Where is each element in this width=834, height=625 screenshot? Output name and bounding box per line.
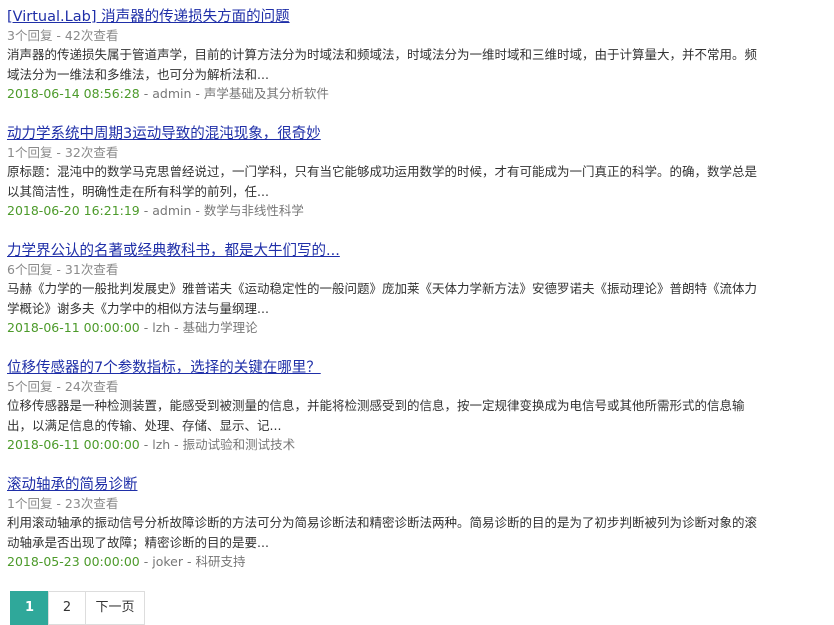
search-results-list: [Virtual.Lab] 消声器的传递损失方面的问题 3个回复 - 42次查看…: [7, 6, 777, 591]
result-title-link[interactable]: 滚动轴承的简易诊断: [7, 476, 138, 494]
result-category: 声学基础及其分析软件: [203, 86, 329, 101]
separator: -: [139, 320, 153, 335]
list-item: [Virtual.Lab] 消声器的传递损失方面的问题 3个回复 - 42次查看…: [7, 6, 777, 123]
result-snippet: 马赫《力学的一般批判发展史》雅普诺夫《运动稳定性的一般问题》庞加莱《天体力学新方…: [7, 281, 758, 316]
result-stats: 3个回复 - 42次查看: [7, 28, 119, 43]
separator: -: [139, 554, 153, 569]
list-item: 位移传感器的7个参数指标，选择的关键在哪里？ 5个回复 - 24次查看 位移传感…: [7, 357, 777, 474]
result-date: 2018-06-11 00:00:00: [7, 320, 140, 335]
result-info: 2018-05-23 00:00:00 - joker - 科研支持: [7, 553, 777, 570]
result-title-link[interactable]: 动力学系统中周期3运动导致的混沌现象，很奇妙: [7, 125, 321, 143]
result-author: admin: [152, 203, 192, 218]
result-date: 2018-05-23 00:00:00: [7, 554, 140, 569]
list-item: 力学界公认的名著或经典教科书，都是大牛们写的... 6个回复 - 31次查看 马…: [7, 240, 777, 357]
result-info: 2018-06-11 00:00:00 - lzh - 基础力学理论: [7, 319, 777, 336]
separator: -: [182, 554, 196, 569]
separator: -: [139, 437, 153, 452]
result-author: lzh: [152, 437, 171, 452]
list-item: 滚动轴承的简易诊断 1个回复 - 23次查看 利用滚动轴承的振动信号分析故障诊断…: [7, 474, 777, 591]
result-stats: 1个回复 - 32次查看: [7, 145, 119, 160]
result-stats: 1个回复 - 23次查看: [7, 496, 119, 511]
page-2-button[interactable]: 2: [48, 591, 86, 625]
result-author: joker: [152, 554, 183, 569]
list-item: 动力学系统中周期3运动导致的混沌现象，很奇妙 1个回复 - 32次查看 原标题：…: [7, 123, 777, 240]
result-snippet: 利用滚动轴承的振动信号分析故障诊断的方法可分为简易诊断法和精密诊断法两种。简易诊…: [7, 515, 758, 550]
result-stats: 6个回复 - 31次查看: [7, 262, 119, 277]
separator: -: [170, 320, 183, 335]
result-category: 基础力学理论: [182, 320, 258, 335]
next-page-button[interactable]: 下一页: [85, 591, 145, 625]
result-snippet: 位移传感器是一种检测装置，能感受到被测量的信息，并能将检测感受到的信息，按一定规…: [7, 398, 745, 433]
page-1-button[interactable]: 1: [10, 591, 49, 625]
separator: -: [191, 86, 204, 101]
separator: -: [191, 203, 204, 218]
result-info: 2018-06-20 16:21:19 - admin - 数学与非线性科学: [7, 202, 777, 219]
result-stats: 5个回复 - 24次查看: [7, 379, 119, 394]
result-category: 数学与非线性科学: [203, 203, 304, 218]
separator: -: [139, 203, 153, 218]
result-title-link[interactable]: 力学界公认的名著或经典教科书，都是大牛们写的...: [7, 242, 340, 260]
result-author: admin: [152, 86, 192, 101]
result-date: 2018-06-14 08:56:28: [7, 86, 140, 101]
result-author: lzh: [152, 320, 171, 335]
separator: -: [139, 86, 153, 101]
result-date: 2018-06-20 16:21:19: [7, 203, 140, 218]
result-snippet: 消声器的传递损失属于管道声学，目前的计算方法分为时域法和频域法，时域法分为一维时…: [7, 47, 758, 82]
result-snippet: 原标题：混沌中的数学马克思曾经说过，一门学科，只有当它能够成功运用数学的时候，才…: [7, 164, 758, 199]
result-date: 2018-06-11 00:00:00: [7, 437, 140, 452]
result-category: 振动试验和测试技术: [182, 437, 296, 452]
result-title-link[interactable]: 位移传感器的7个参数指标，选择的关键在哪里？: [7, 359, 321, 377]
pagination: 1 2 下一页: [10, 591, 145, 625]
result-info: 2018-06-11 00:00:00 - lzh - 振动试验和测试技术: [7, 436, 777, 453]
result-category: 科研支持: [195, 554, 246, 569]
separator: -: [170, 437, 183, 452]
result-title-link[interactable]: [Virtual.Lab] 消声器的传递损失方面的问题: [7, 8, 290, 26]
result-info: 2018-06-14 08:56:28 - admin - 声学基础及其分析软件: [7, 85, 777, 102]
